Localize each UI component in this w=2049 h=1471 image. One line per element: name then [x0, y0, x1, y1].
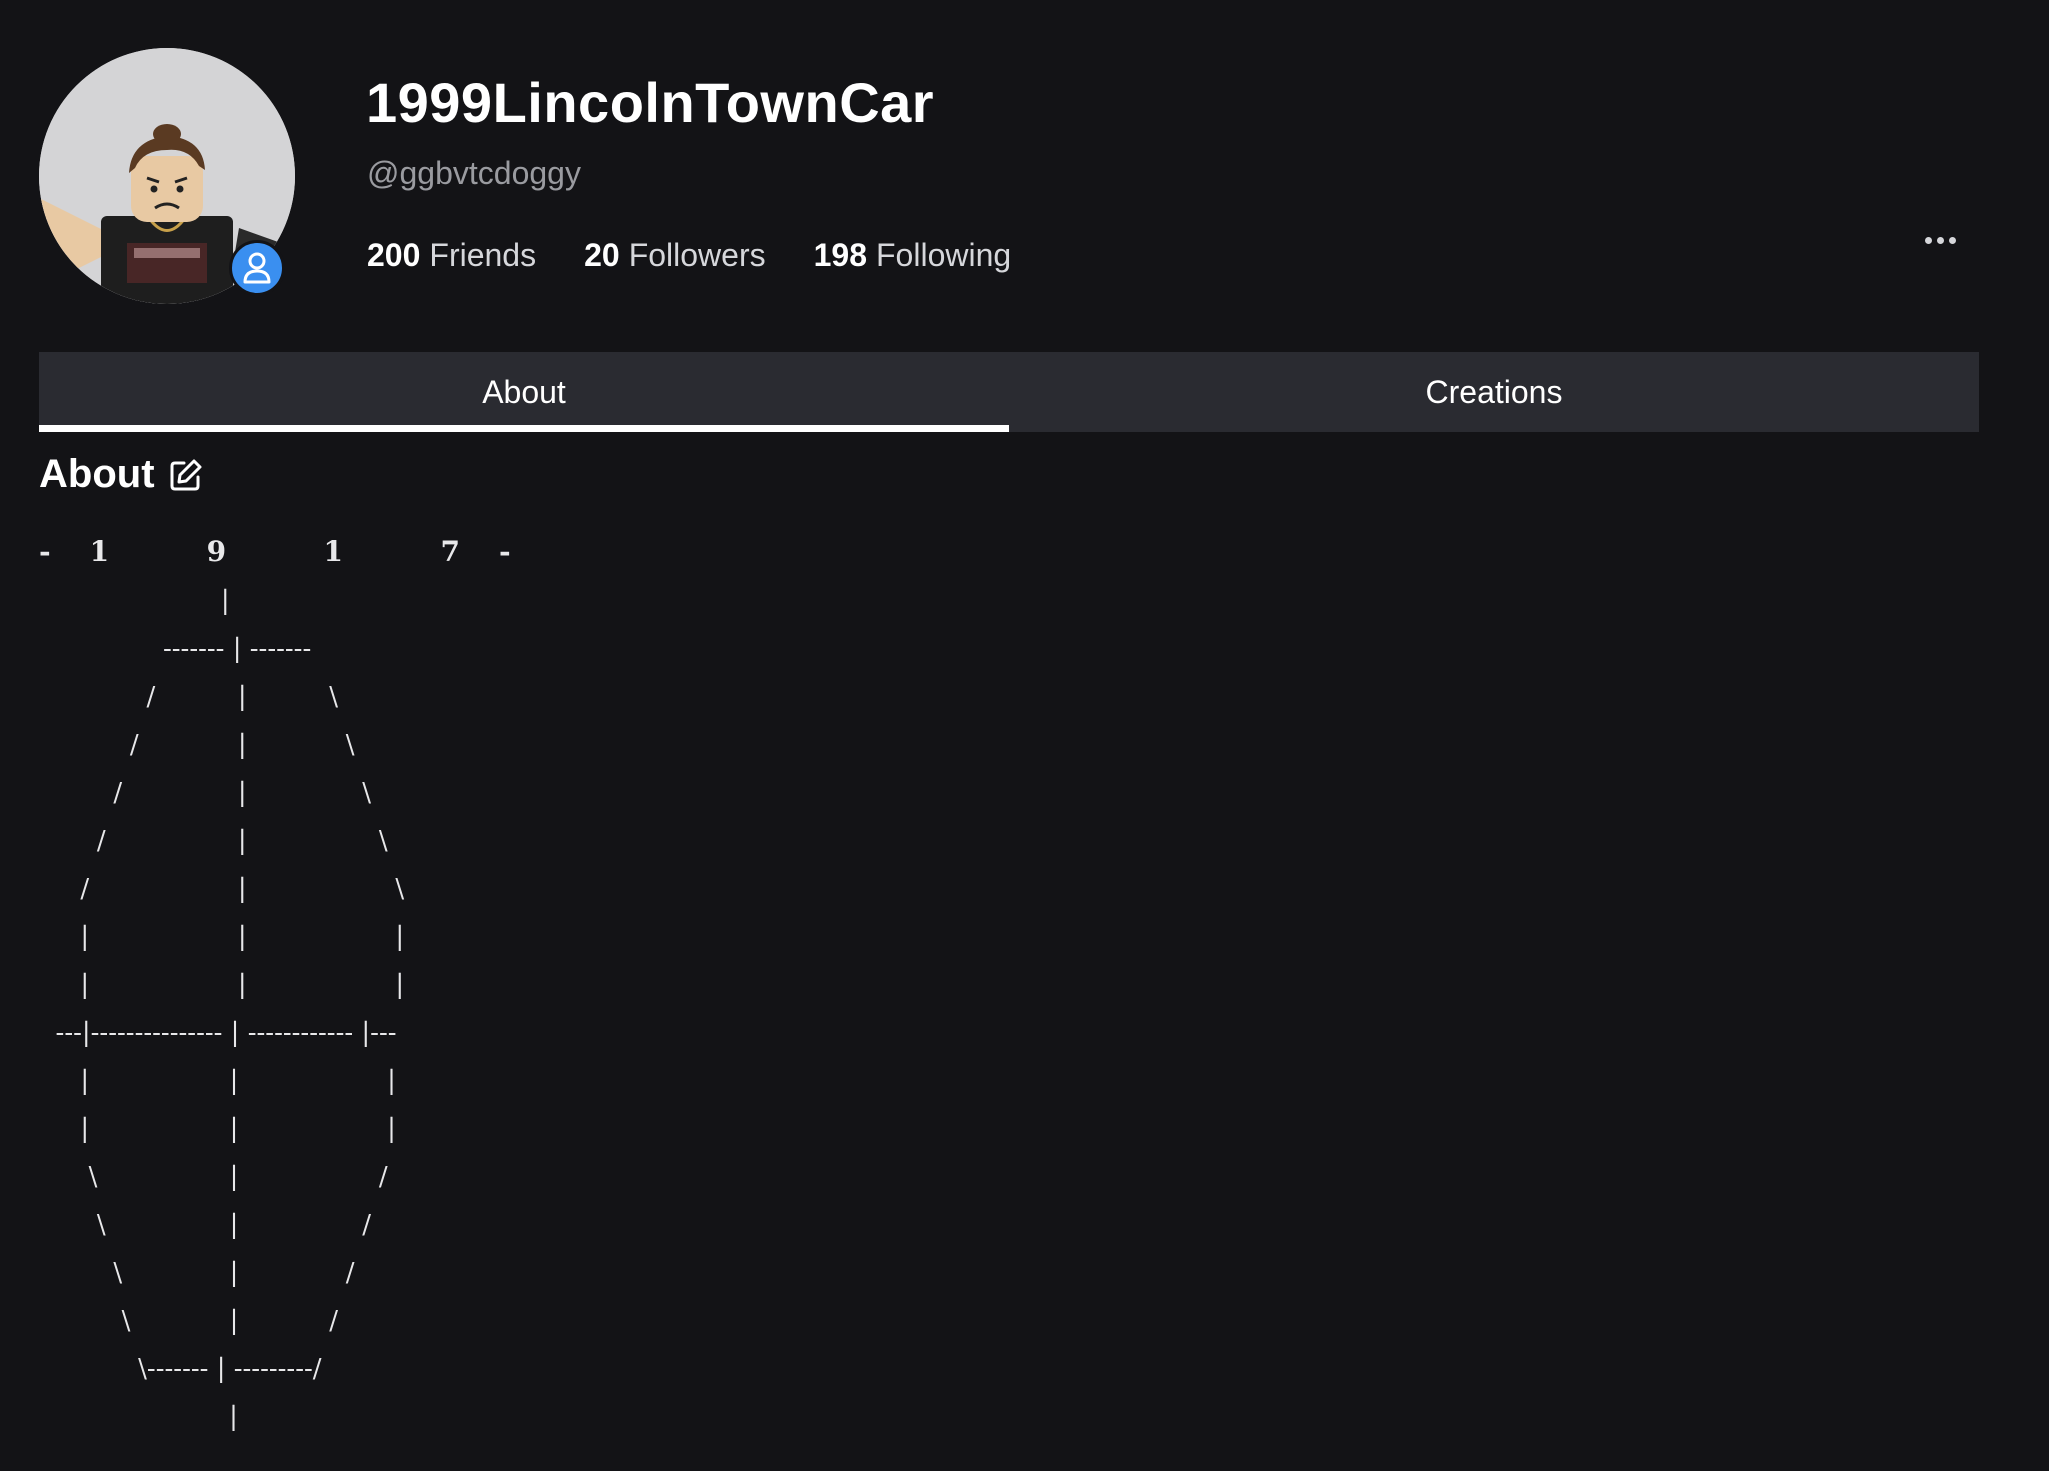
profile-stats: 200 Friends 20 Followers 198 Following	[367, 237, 1011, 274]
followers-label: Followers	[628, 237, 766, 273]
person-icon	[229, 240, 285, 296]
following-label: Following	[876, 237, 1012, 273]
more-dot	[1948, 236, 1956, 244]
edit-icon[interactable]	[169, 458, 203, 492]
following-stat[interactable]: 198 Following	[814, 237, 1012, 274]
more-dot	[1924, 236, 1932, 244]
friends-count: 200	[367, 237, 421, 273]
about-title: About	[39, 452, 155, 496]
following-count: 198	[813, 237, 867, 273]
more-dot	[1936, 236, 1944, 244]
tab-about[interactable]: About	[39, 352, 1009, 432]
profile-page: 1999LincolnTownCar @ggbvtcdoggy 200 Frie…	[0, 0, 2049, 1471]
avatar[interactable]	[39, 48, 295, 304]
display-name: 1999LincolnTownCar	[366, 71, 935, 134]
profile-tabs: About Creations	[39, 352, 1979, 432]
about-description: - 1 9 1 7 - | ------- | ------- / | \ / …	[39, 528, 511, 1441]
followers-count: 20	[584, 237, 620, 273]
about-first-line: - 1 9 1 7 -	[39, 535, 511, 568]
friends-stat[interactable]: 200 Friends	[367, 237, 536, 274]
followers-stat[interactable]: 20 Followers	[584, 237, 766, 274]
more-horizontal-icon[interactable]	[1912, 220, 1968, 260]
tab-creations[interactable]: Creations	[1009, 352, 1979, 432]
about-art: | ------- | ------- / | \ / | \ / | \ / …	[55, 586, 405, 1432]
username: @ggbvtcdoggy	[367, 155, 581, 191]
about-section-header: About	[39, 452, 203, 497]
friends-label: Friends	[429, 237, 537, 273]
